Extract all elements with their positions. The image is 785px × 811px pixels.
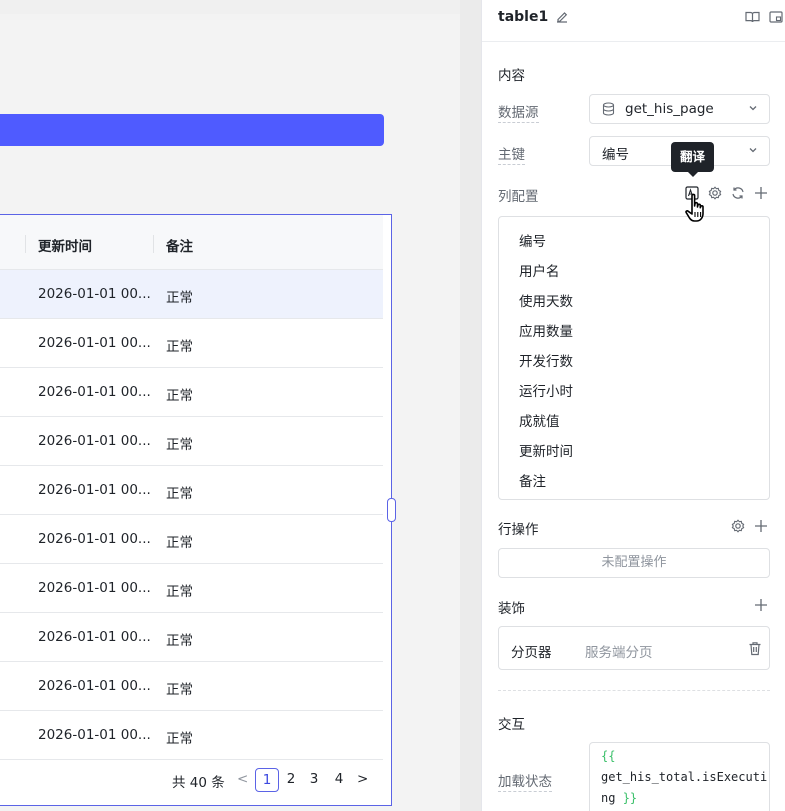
property-panel: table1 内容 数据源 get_his_page 主键 编号 列配置 翻译 …: [481, 0, 785, 811]
table-header: 更新时间 备注: [0, 215, 383, 270]
panel-toggle-icon[interactable]: [769, 10, 783, 24]
pagination-prev-button[interactable]: <: [237, 771, 248, 787]
table-row[interactable]: 2026-01-01 00... 正常: [0, 711, 383, 760]
cell-updated: 2026-01-01 00...: [38, 629, 151, 645]
pagination-total: 共 40 条: [172, 775, 225, 791]
column-item[interactable]: 使用天数: [519, 290, 573, 310]
code-open-brace: {{: [601, 749, 616, 763]
column-header-updated[interactable]: 更新时间: [38, 235, 92, 255]
code-close-brace: }}: [622, 791, 638, 805]
column-item[interactable]: 开发行数: [519, 350, 573, 370]
pagination-page-4[interactable]: 4: [327, 768, 351, 792]
decoration-item[interactable]: 分页器 服务端分页: [498, 626, 770, 670]
column-item[interactable]: 更新时间: [519, 440, 573, 460]
cell-updated: 2026-01-01 00...: [38, 286, 151, 302]
row-actions-label: 行操作: [498, 522, 539, 538]
table-row[interactable]: 2026-01-01 00... 正常: [0, 319, 383, 368]
columns-label: 列配置: [498, 189, 539, 205]
table-row[interactable]: 2026-01-01 00... 正常: [0, 417, 383, 466]
pagination-page-1[interactable]: 1: [255, 768, 279, 792]
table-row[interactable]: 2026-01-01 00... 正常: [0, 662, 383, 711]
column-list: 编号 用户名 使用天数 应用数量 开发行数 运行小时 成就值 更新时间 备注: [498, 216, 770, 500]
cell-note: 正常: [166, 486, 193, 502]
add-icon[interactable]: [754, 519, 768, 533]
cell-note: 正常: [166, 339, 193, 355]
cell-note: 正常: [166, 535, 193, 551]
cell-updated: 2026-01-01 00...: [38, 433, 151, 449]
table-row[interactable]: 2026-01-01 00... 正常: [0, 515, 383, 564]
decoration-item-name: 分页器: [511, 645, 552, 661]
column-item[interactable]: 用户名: [519, 260, 560, 280]
decoration-item-value: 服务端分页: [585, 645, 653, 661]
header-divider: [482, 41, 785, 42]
configure-row-action-button[interactable]: 未配置操作: [498, 548, 770, 578]
component-name: table1: [498, 9, 549, 25]
column-header-note[interactable]: 备注: [166, 235, 193, 255]
pagination-page-2[interactable]: 2: [279, 768, 303, 792]
pagination-page-3[interactable]: 3: [302, 768, 326, 792]
resize-handle[interactable]: [387, 498, 396, 522]
table-row[interactable]: 2026-01-01 00... 正常: [0, 613, 383, 662]
hand-cursor-icon: [685, 193, 704, 222]
cell-note: 正常: [166, 437, 193, 453]
cell-updated: 2026-01-01 00...: [38, 384, 151, 400]
canvas-button-widget[interactable]: [0, 114, 384, 146]
column-item[interactable]: 运行小时: [519, 380, 573, 400]
cell-updated: 2026-01-01 00...: [38, 531, 151, 547]
cell-updated: 2026-01-01 00...: [38, 727, 151, 743]
section-divider: [498, 690, 770, 691]
cell-updated: 2026-01-01 00...: [38, 335, 151, 351]
pagination-next-button[interactable]: >: [357, 771, 368, 787]
datasource-select[interactable]: get_his_page: [589, 94, 770, 124]
primary-key-label: 主键: [498, 143, 525, 165]
loading-state-expression[interactable]: {{ get_his_total.isExecuting }}: [589, 742, 770, 811]
interaction-label: 交互: [498, 717, 525, 733]
database-icon: [602, 102, 615, 116]
datasource-label: 数据源: [498, 101, 539, 123]
primary-key-value: 编号: [602, 147, 629, 163]
translate-tooltip: 翻译: [671, 142, 714, 177]
book-icon[interactable]: [745, 10, 760, 24]
cell-updated: 2026-01-01 00...: [38, 678, 151, 694]
column-item[interactable]: 应用数量: [519, 320, 573, 340]
cell-note: 正常: [166, 584, 193, 600]
cell-note: 正常: [166, 682, 193, 698]
add-icon[interactable]: [754, 186, 768, 200]
cell-updated: 2026-01-01 00...: [38, 482, 151, 498]
cell-updated: 2026-01-01 00...: [38, 580, 151, 596]
canvas-gutter: [460, 0, 481, 811]
add-icon[interactable]: [754, 598, 768, 612]
column-item[interactable]: 备注: [519, 470, 546, 490]
datasource-value: get_his_page: [625, 101, 714, 117]
gear-icon[interactable]: [731, 519, 745, 533]
table-row[interactable]: 2026-01-01 00... 正常: [0, 270, 383, 319]
column-item[interactable]: 成就值: [519, 410, 560, 430]
column-separator: [25, 235, 26, 253]
table-widget[interactable]: 更新时间 备注 2026-01-01 00... 正常 2026-01-01 0…: [0, 214, 392, 806]
cell-note: 正常: [166, 290, 193, 306]
trash-icon[interactable]: [748, 641, 762, 656]
loading-state-label: 加载状态: [498, 770, 552, 792]
table-row[interactable]: 2026-01-01 00... 正常: [0, 368, 383, 417]
column-separator: [153, 235, 154, 253]
column-item[interactable]: 编号: [519, 230, 546, 250]
cell-note: 正常: [166, 731, 193, 747]
chevron-down-icon: [749, 148, 757, 153]
cell-note: 正常: [166, 633, 193, 649]
cell-note: 正常: [166, 388, 193, 404]
table-row[interactable]: 2026-01-01 00... 正常: [0, 466, 383, 515]
section-content-title: 内容: [498, 68, 525, 84]
decoration-label: 装饰: [498, 601, 525, 617]
refresh-icon[interactable]: [731, 186, 745, 200]
editor-canvas: 更新时间 备注 2026-01-01 00... 正常 2026-01-01 0…: [0, 0, 481, 811]
edit-icon[interactable]: [555, 10, 569, 24]
table-pagination: 共 40 条 < 1 2 3 4 >: [0, 765, 383, 795]
chevron-down-icon: [749, 106, 757, 111]
table-row[interactable]: 2026-01-01 00... 正常: [0, 564, 383, 613]
